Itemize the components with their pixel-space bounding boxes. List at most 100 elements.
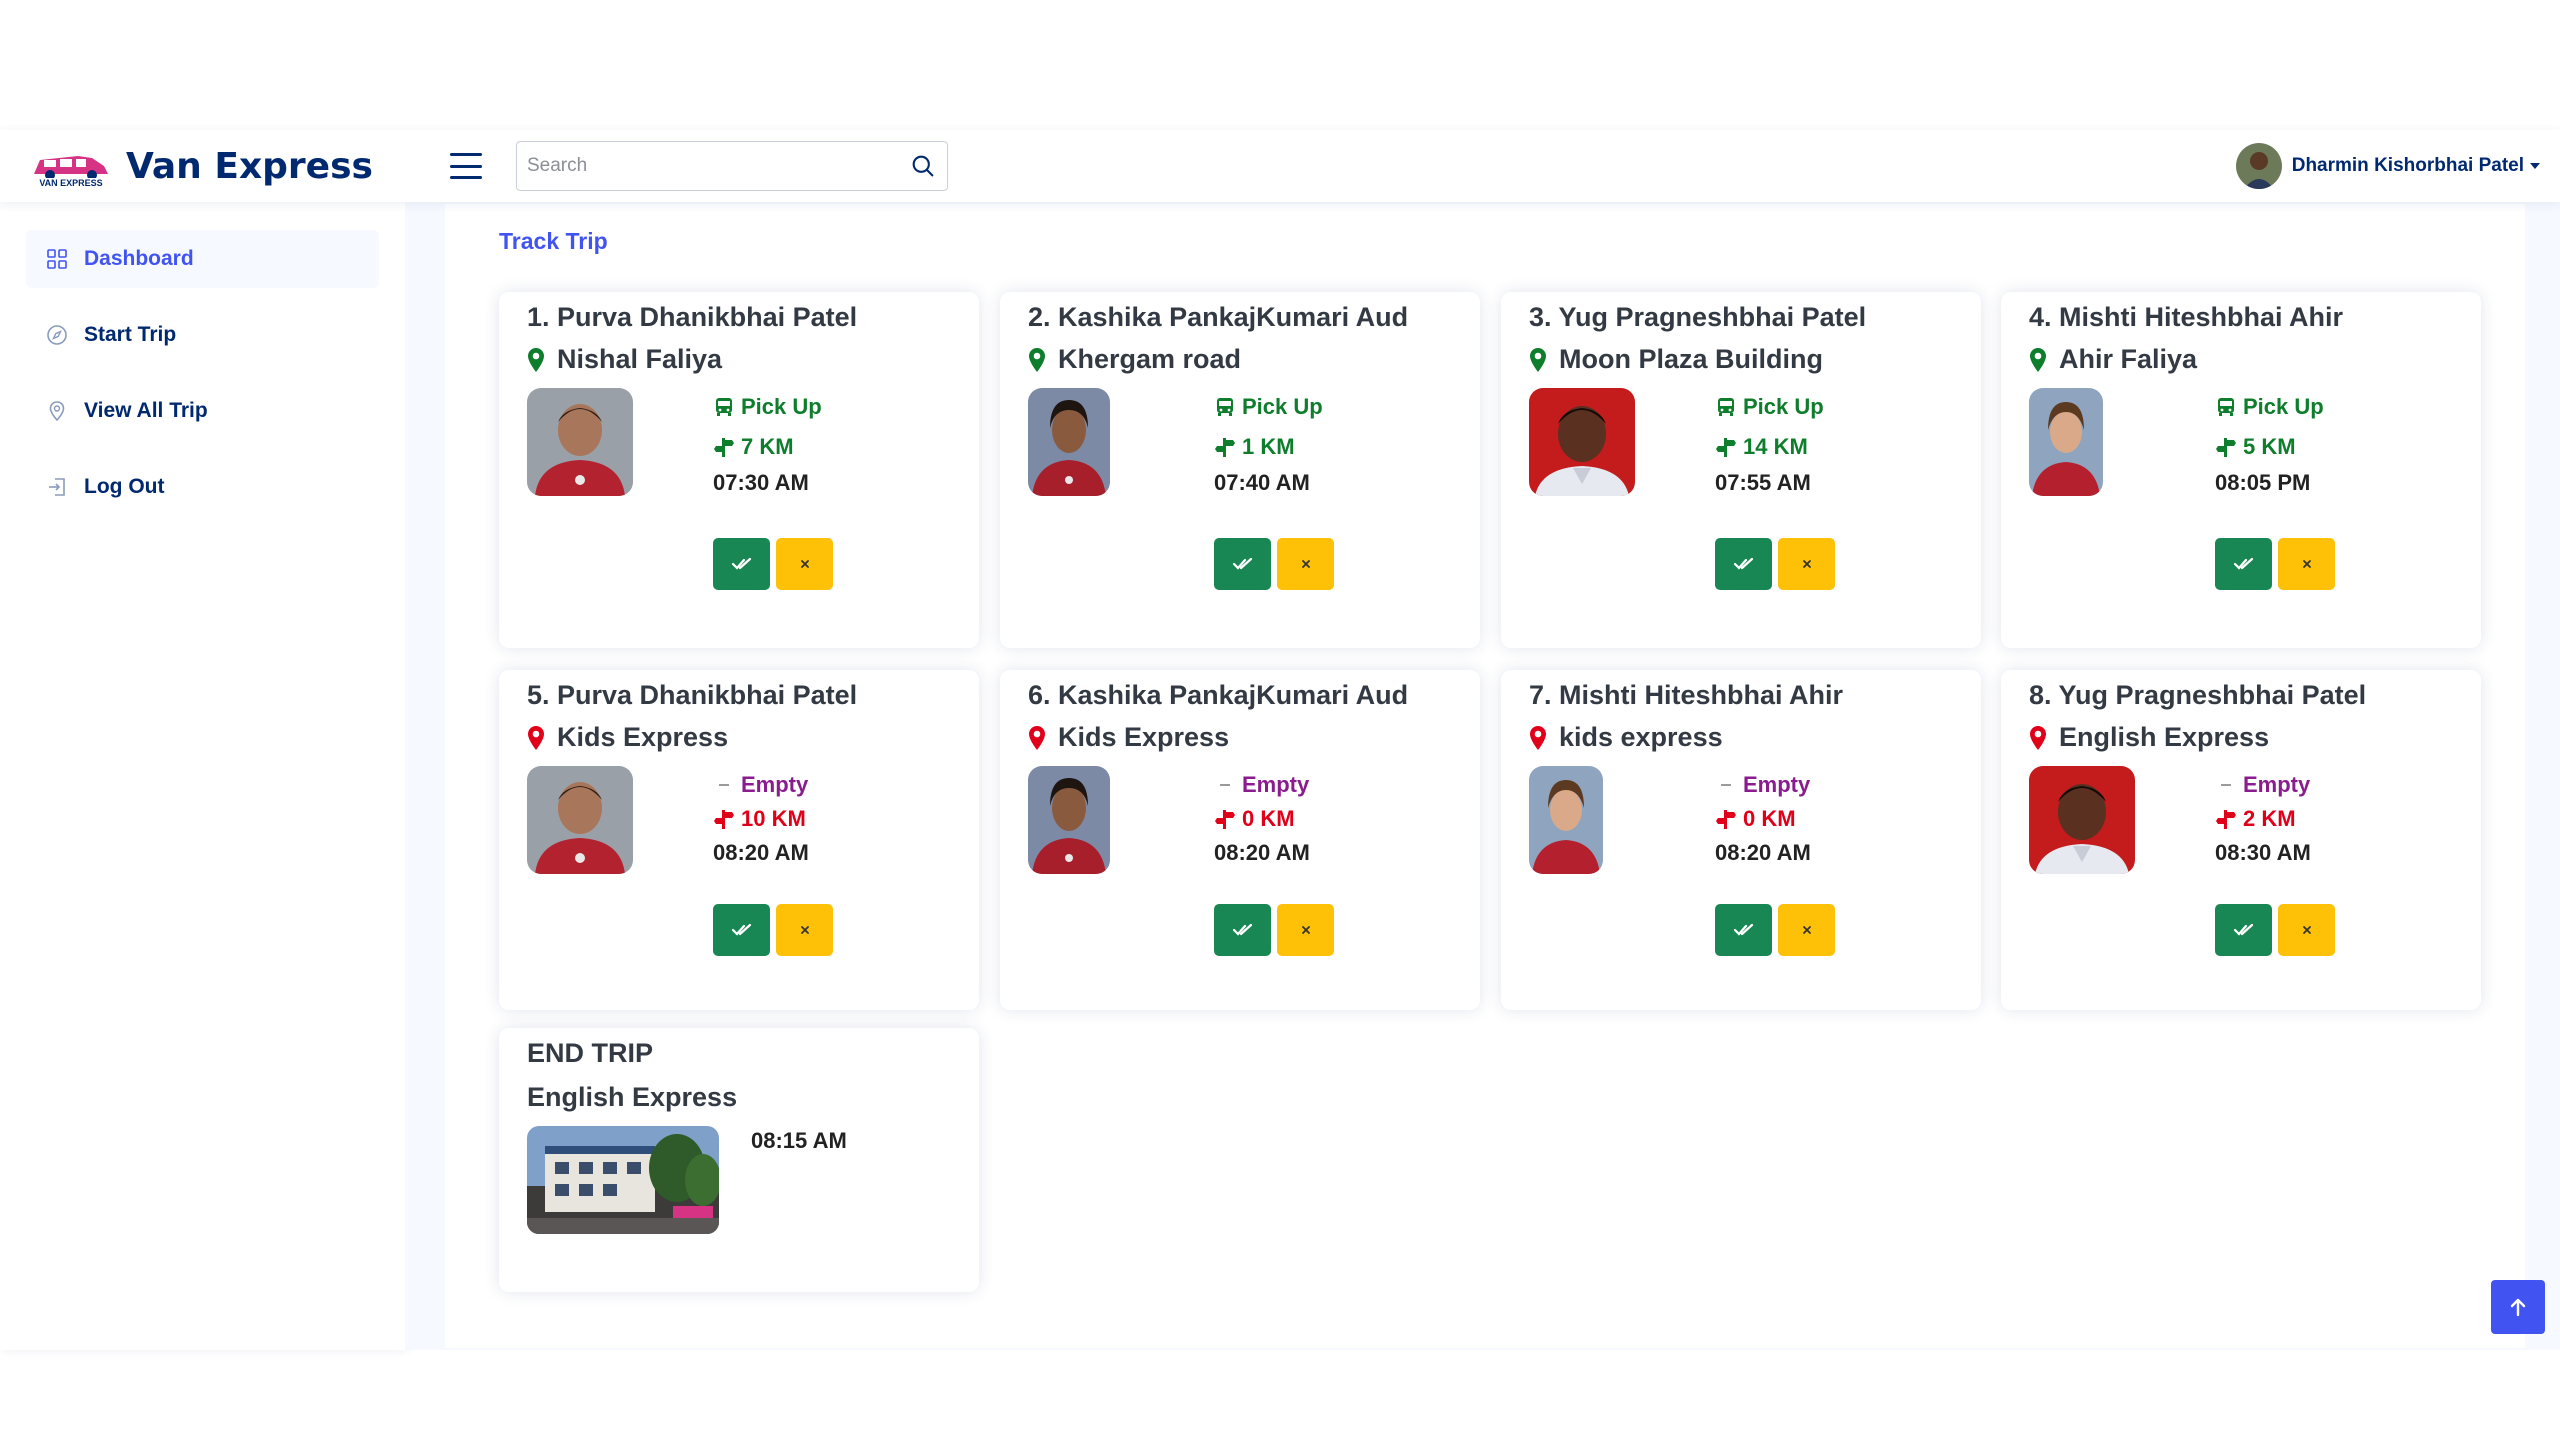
sidebar-item-start-trip[interactable]: Start Trip [26, 306, 379, 364]
track-trip-panel: Track Trip 1. Purva Dhanikbhai Patel Nis… [445, 204, 2525, 1348]
cancel-button[interactable] [776, 904, 833, 956]
sidebar-item-log-out[interactable]: Log Out [26, 458, 379, 516]
distance-label: 14 KM [1743, 434, 1808, 459]
trip-info: Empty 10 KM 08:20 AM [713, 772, 809, 866]
status-label: Empty [1242, 772, 1310, 797]
pickup-location: Moon Plaza Building [1529, 344, 1823, 375]
confirm-button[interactable] [2215, 538, 2272, 590]
cancel-button[interactable] [1778, 904, 1835, 956]
check-icon [1733, 557, 1753, 570]
signpost-icon [1215, 810, 1235, 829]
grid-icon [47, 249, 67, 269]
bus-icon [716, 398, 732, 416]
confirm-button[interactable] [713, 904, 770, 956]
cancel-button[interactable] [2278, 538, 2335, 590]
student-name: 7. Mishti Hiteshbhai Ahir [1529, 680, 1844, 710]
student-photo [1529, 388, 1635, 496]
check-icon [1733, 923, 1753, 936]
trip-card: 6. Kashika PankajKumari Aud Kids Express… [1000, 670, 1480, 1010]
trip-time: 07:30 AM [713, 470, 809, 495]
trip-card: 4. Mishti Hiteshbhai Ahir Ahir Faliya Pi… [2001, 292, 2481, 648]
map-marker-icon [1029, 725, 1045, 750]
trip-actions [1214, 904, 1334, 956]
signpost-icon [714, 438, 734, 457]
distance-label: 5 KM [2243, 434, 2296, 459]
status-label: Empty [1743, 772, 1811, 797]
map-marker-icon [2030, 347, 2046, 372]
profile-name: Dharmin Kishorbhai Patel [2291, 155, 2524, 176]
confirm-button[interactable] [1715, 904, 1772, 956]
trip-status: Empty [1214, 772, 1310, 798]
location-label: Khergam road [1058, 344, 1242, 374]
sidebar-item-label: Log Out [84, 475, 165, 498]
sidebar-item-dashboard[interactable]: Dashboard [26, 230, 379, 288]
trip-info: Pick Up 5 KM 08:05 PM [2215, 394, 2324, 496]
top-blank-area [0, 0, 2560, 130]
map-pin-icon [49, 401, 65, 422]
pickup-location: Nishal Faliya [527, 344, 722, 375]
drop-location: Kids Express [527, 722, 728, 753]
trip-status: Empty [713, 772, 809, 798]
trip-time: 08:30 AM [2215, 840, 2311, 865]
back-to-top-button[interactable] [2491, 1280, 2545, 1334]
logout-icon [49, 478, 65, 496]
cancel-button[interactable] [776, 538, 833, 590]
profile-dropdown[interactable]: Dharmin Kishorbhai Patel [2235, 143, 2540, 189]
trip-time: 08:20 AM [713, 840, 809, 865]
trip-time: 08:20 AM [1214, 840, 1310, 865]
app-title: Van Express [126, 145, 373, 187]
sidebar-item-view-all-trip[interactable]: View All Trip [26, 382, 379, 440]
cancel-button[interactable] [1277, 904, 1334, 956]
trip-status: Empty [2215, 772, 2311, 798]
dash-icon [1721, 784, 1731, 786]
student-photo [1028, 388, 1110, 496]
map-marker-icon [1530, 725, 1546, 750]
trip-card: 8. Yug Pragneshbhai Patel English Expres… [2001, 670, 2481, 1010]
student-name: 6. Kashika PankajKumari Aud [1028, 680, 1409, 710]
trip-card: 5. Purva Dhanikbhai Patel Kids Express E… [499, 670, 979, 1010]
end-trip-time: 08:15 AM [751, 1128, 847, 1153]
trip-card: 3. Yug Pragneshbhai Patel Moon Plaza Bui… [1501, 292, 1981, 648]
check-icon [731, 923, 751, 936]
trip-status: Pick Up [713, 394, 822, 420]
page-title[interactable]: Track Trip [499, 228, 608, 255]
student-name: 2. Kashika PankajKumari Aud [1028, 302, 1409, 332]
sidebar-toggle-icon[interactable] [450, 153, 482, 179]
trip-info: Pick Up 1 KM 07:40 AM [1214, 394, 1323, 496]
confirm-button[interactable] [1715, 538, 1772, 590]
cancel-button[interactable] [1277, 538, 1334, 590]
brand-logo[interactable]: VAN EXPRESS Van Express [28, 144, 388, 188]
confirm-button[interactable] [1214, 538, 1271, 590]
status-label: Empty [2243, 772, 2311, 797]
check-icon [1232, 557, 1252, 570]
cancel-button[interactable] [1778, 538, 1835, 590]
cancel-button[interactable] [2278, 904, 2335, 956]
drop-location: Kids Express [1028, 722, 1229, 753]
trip-status: Pick Up [2215, 394, 2324, 420]
search-icon[interactable] [909, 152, 937, 180]
end-trip-location: English Express [527, 1082, 738, 1112]
confirm-button[interactable] [2215, 904, 2272, 956]
drop-location: English Express [2029, 722, 2269, 753]
trip-status: Empty [1715, 772, 1811, 798]
trip-distance: 7 KM [713, 434, 822, 460]
map-marker-icon [2030, 725, 2046, 750]
student-name: 5. Purva Dhanikbhai Patel [527, 680, 858, 710]
trip-status: Pick Up [1214, 394, 1323, 420]
trip-time: 08:05 PM [2215, 470, 2311, 495]
dash-icon [2221, 784, 2231, 786]
trip-distance: 5 KM [2215, 434, 2324, 460]
trip-card: 2. Kashika PankajKumari Aud Khergam road… [1000, 292, 1480, 648]
confirm-button[interactable] [1214, 904, 1271, 956]
check-icon [2233, 923, 2253, 936]
student-photo [2029, 388, 2103, 496]
trip-distance: 2 KM [2215, 806, 2311, 832]
confirm-button[interactable] [713, 538, 770, 590]
close-icon [2302, 926, 2311, 934]
trip-distance: 10 KM [713, 806, 809, 832]
trip-distance: 0 KM [1214, 806, 1310, 832]
trip-time: 07:40 AM [1214, 470, 1310, 495]
distance-label: 10 KM [741, 806, 806, 831]
search-input[interactable] [527, 155, 909, 177]
map-marker-icon [528, 347, 544, 372]
